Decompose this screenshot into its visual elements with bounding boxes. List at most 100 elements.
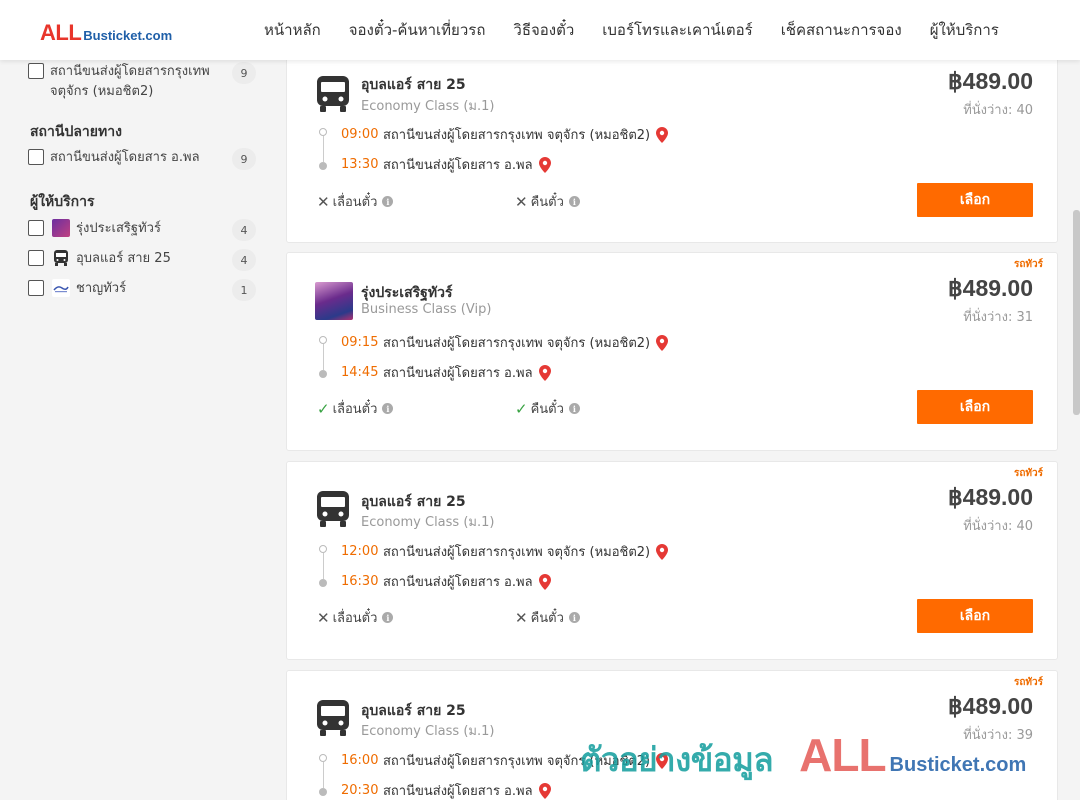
departure-time: 09:00 [341, 127, 379, 142]
dest-checkbox[interactable] [28, 149, 44, 165]
operator-name: อุบลแอร์ สาย 25 [361, 494, 466, 510]
refund-ticket-policy: ✓ คืนตั๋ว i [515, 398, 580, 419]
operator-logo-icon [315, 282, 353, 320]
filter-label: สถานีขนส่งผู้โดยสารกรุงเทพ จตุจักร (หมอช… [50, 64, 210, 99]
departure-row: 12:00 สถานีขนส่งผู้โดยสารกรุงเทพ จตุจักร… [341, 541, 669, 562]
result-card: รถทัวร์ อุบลแอร์ สาย 25 Economy Class (ม… [286, 670, 1058, 800]
info-icon[interactable]: i [568, 612, 580, 623]
top-header: ALL Busticket.com หน้าหลัก จองตั๋ว-ค้นหา… [0, 0, 1080, 60]
ticket-price: ฿489.00 [948, 68, 1033, 94]
departure-time: 12:00 [341, 544, 379, 559]
arrival-time: 16:30 [341, 574, 379, 589]
select-trip-button[interactable]: เลือก [917, 599, 1033, 633]
operator-name: รุ่งประเสริฐทัวร์ [361, 285, 453, 301]
filter-label: สถานีขนส่งผู้โดยสาร อ.พล [50, 150, 200, 165]
origin-checkbox[interactable] [28, 63, 44, 79]
bus-icon [317, 491, 349, 527]
logo-all: ALL [40, 20, 82, 45]
map-pin-icon[interactable] [538, 364, 551, 381]
arrival-row: 16:30 สถานีขนส่งผู้โดยสาร อ.พล [341, 571, 551, 592]
change-ticket-policy: ✕ เลื่อนตั๋ว i [317, 607, 394, 628]
coach-badge: รถทัวร์ [1013, 468, 1043, 479]
info-icon[interactable]: i [382, 403, 394, 414]
result-card: รถทัวร์ อุบลแอร์ สาย 25 Economy Class (ม… [286, 461, 1058, 660]
nav-operators[interactable]: ผู้ให้บริการ [930, 18, 999, 42]
filter-count: 9 [232, 148, 256, 170]
route-timeline [319, 545, 327, 587]
filter-label: รุ่งประเสริฐทัวร์ [76, 221, 161, 236]
map-pin-icon[interactable] [538, 573, 551, 590]
info-icon[interactable]: i [568, 196, 580, 207]
change-ticket-label: เลื่อนตั๋ว [332, 195, 378, 210]
departure-station: สถานีขนส่งผู้โดยสารกรุงเทพ จตุจักร (หมอช… [383, 336, 651, 351]
route-timeline [319, 336, 327, 378]
ticket-price: ฿489.00 [948, 484, 1033, 510]
cross-icon: ✕ [317, 608, 330, 627]
arrival-station: สถานีขนส่งผู้โดยสาร อ.พล [383, 158, 533, 173]
filter-label: ชาญทัวร์ [76, 281, 127, 296]
operator-checkbox[interactable] [28, 250, 44, 266]
operator-checkbox[interactable] [28, 280, 44, 296]
departure-time: 09:15 [341, 335, 379, 350]
filter-count: 4 [232, 249, 256, 271]
seats-available: ที่นั่งว่าง: 40 [963, 519, 1033, 534]
departure-row: 16:00 สถานีขนส่งผู้โดยสารกรุงเทพ จตุจักร… [341, 750, 669, 771]
nav-how-to-book[interactable]: วิธีจองตั๋ว [513, 18, 574, 42]
result-card: อุบลแอร์ สาย 25 Economy Class (ม.1) ฿489… [286, 53, 1058, 243]
nav-home[interactable]: หน้าหลัก [264, 18, 321, 42]
map-pin-icon[interactable] [656, 334, 669, 351]
filter-operator-item[interactable]: ชาญทัวร์ 1 [28, 279, 256, 301]
cross-icon: ✕ [317, 192, 330, 211]
change-ticket-policy: ✕ เลื่อนตั๋ว i [317, 191, 394, 212]
map-pin-icon[interactable] [538, 782, 551, 799]
bus-icon [317, 76, 349, 112]
page-scrollbar[interactable] [1073, 210, 1080, 415]
coach-badge: รถทัวร์ [1013, 677, 1043, 688]
ticket-price: ฿489.00 [948, 275, 1033, 301]
change-ticket-policy: ✓ เลื่อนตั๋ว i [317, 398, 394, 419]
seats-available: ที่นั่งว่าง: 31 [963, 310, 1033, 325]
map-pin-icon[interactable] [656, 543, 669, 560]
filter-operator-item[interactable]: อุบลแอร์ สาย 25 4 [28, 249, 256, 271]
arrival-time: 20:30 [341, 783, 379, 798]
operator-logo-icon [52, 279, 70, 297]
arrival-time: 14:45 [341, 365, 379, 380]
filter-count: 4 [232, 219, 256, 241]
select-trip-button[interactable]: เลือก [917, 390, 1033, 424]
info-icon[interactable]: i [568, 403, 580, 414]
nav-phone-counter[interactable]: เบอร์โทรและเคาน์เตอร์ [602, 18, 752, 42]
filter-origin-item[interactable]: สถานีขนส่งผู้โดยสารกรุงเทพ จตุจักร (หมอช… [28, 62, 256, 102]
info-icon[interactable]: i [382, 196, 394, 207]
operator-filter-title: ผู้ให้บริการ [30, 194, 95, 210]
filter-operator-item[interactable]: รุ่งประเสริฐทัวร์ 4 [28, 219, 256, 241]
main-nav: หน้าหลัก จองตั๋ว-ค้นหาเที่ยวรถ วิธีจองตั… [250, 0, 1013, 60]
filter-label: อุบลแอร์ สาย 25 [76, 251, 171, 266]
coach-badge: รถทัวร์ [1013, 259, 1043, 270]
refund-ticket-label: คืนตั๋ว [530, 195, 564, 210]
filter-count: 9 [232, 62, 256, 84]
bus-class: Business Class (Vip) [361, 302, 492, 317]
route-timeline [319, 754, 327, 796]
seats-available: ที่นั่งว่าง: 39 [963, 728, 1033, 743]
site-logo[interactable]: ALL Busticket.com [40, 20, 172, 46]
arrival-row: 14:45 สถานีขนส่งผู้โดยสาร อ.พล [341, 362, 551, 383]
check-icon: ✓ [515, 399, 528, 418]
logo-domain: Busticket.com [83, 28, 173, 43]
refund-ticket-label: คืนตั๋ว [530, 402, 564, 417]
map-pin-icon[interactable] [656, 126, 669, 143]
info-icon[interactable]: i [382, 612, 394, 623]
map-pin-icon[interactable] [538, 156, 551, 173]
nav-check-booking[interactable]: เช็คสถานะการจอง [781, 18, 902, 42]
operator-checkbox[interactable] [28, 220, 44, 236]
filter-dest-item[interactable]: สถานีขนส่งผู้โดยสาร อ.พล 9 [28, 148, 256, 170]
arrival-station: สถานีขนส่งผู้โดยสาร อ.พล [383, 366, 533, 381]
departure-station: สถานีขนส่งผู้โดยสารกรุงเทพ จตุจักร (หมอช… [383, 754, 651, 769]
cross-icon: ✕ [515, 192, 528, 211]
nav-book-search[interactable]: จองตั๋ว-ค้นหาเที่ยวรถ [349, 18, 486, 42]
select-trip-button[interactable]: เลือก [917, 183, 1033, 217]
cross-icon: ✕ [515, 608, 528, 627]
seats-available: ที่นั่งว่าง: 40 [963, 103, 1033, 118]
map-pin-icon[interactable] [656, 752, 669, 769]
refund-ticket-policy: ✕ คืนตั๋ว i [515, 607, 580, 628]
dest-filter-title: สถานีปลายทาง [30, 124, 122, 140]
